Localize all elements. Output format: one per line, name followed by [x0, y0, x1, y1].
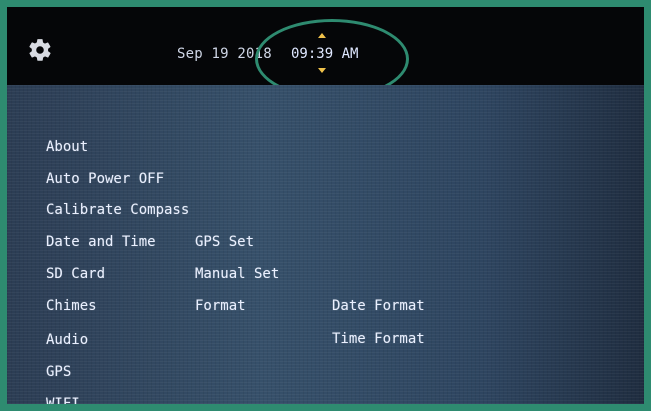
submenu-item-manual-set[interactable]: Manual Set	[195, 266, 279, 282]
gear-icon[interactable]	[27, 37, 53, 63]
menu-item-gps[interactable]: GPS	[46, 364, 71, 380]
submenu-item-gps-set[interactable]: GPS Set	[195, 234, 254, 250]
chevron-up-icon[interactable]	[318, 33, 326, 38]
menu-item-chimes[interactable]: Chimes	[46, 298, 97, 314]
submenu-item-time-format[interactable]: Time Format	[332, 331, 425, 347]
menu-item-wifi[interactable]: WIFI	[46, 396, 80, 404]
submenu-item-date-format[interactable]: Date Format	[332, 298, 425, 314]
menu-item-audio[interactable]: Audio	[46, 332, 88, 348]
chevron-down-icon[interactable]	[318, 68, 326, 73]
menu-item-auto-power-off[interactable]: Auto Power OFF	[46, 171, 164, 187]
status-bar: Sep 19 2018 09:39 AM	[7, 7, 644, 99]
menu-item-about[interactable]: About	[46, 139, 88, 155]
time-display[interactable]: 09:39 AM	[291, 46, 358, 62]
time-setter[interactable]: 09:39 AM	[287, 27, 377, 73]
menu-item-sd-card[interactable]: SD Card	[46, 266, 105, 282]
settings-menu: About Auto Power OFF Calibrate Compass D…	[7, 85, 644, 404]
date-display: Sep 19 2018	[177, 46, 272, 62]
submenu-item-format[interactable]: Format	[195, 298, 246, 314]
menu-item-date-and-time[interactable]: Date and Time	[46, 234, 156, 250]
device-screen: Sep 19 2018 09:39 AM About Auto Power OF…	[0, 0, 651, 411]
menu-item-calibrate-compass[interactable]: Calibrate Compass	[46, 202, 189, 218]
